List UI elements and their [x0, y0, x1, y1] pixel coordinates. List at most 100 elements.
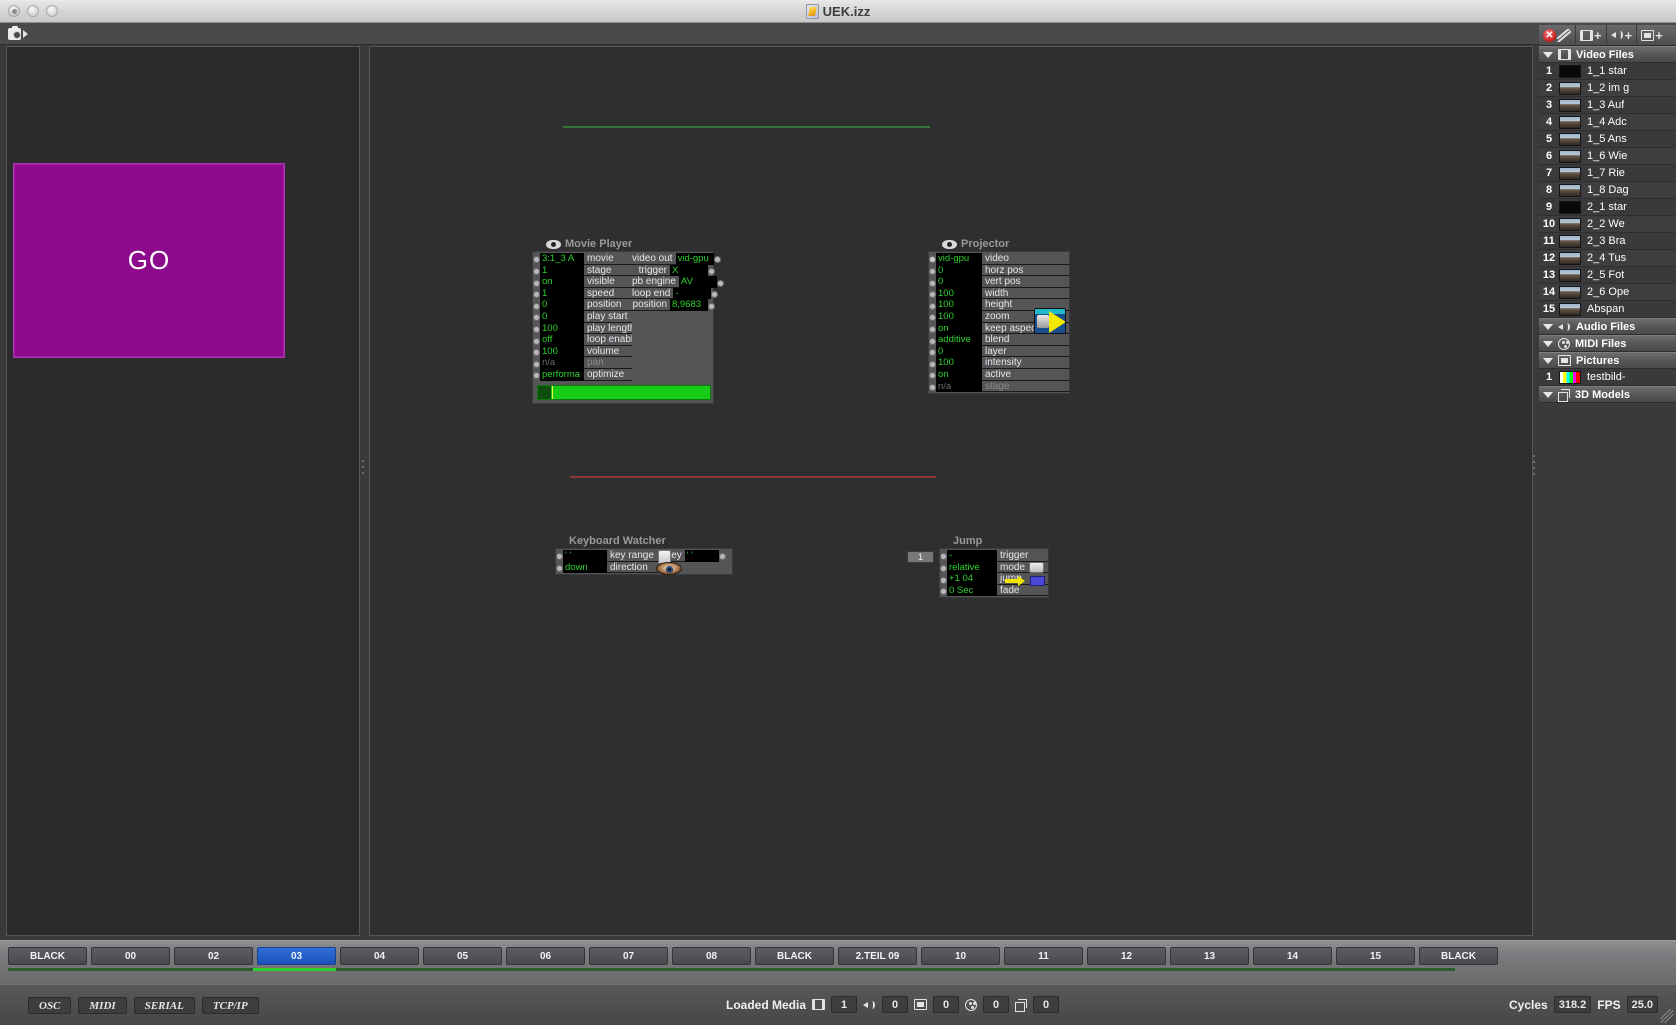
cue-button[interactable]: 10 [921, 947, 1000, 965]
list-item[interactable]: 6 1_6 Wie [1539, 148, 1676, 165]
port-dot[interactable] [556, 562, 563, 574]
port-dot[interactable] [929, 265, 936, 277]
param-value[interactable]: down [563, 561, 607, 574]
eye-icon[interactable] [546, 239, 561, 249]
param-value[interactable]: 100 [936, 287, 982, 300]
cue-button[interactable]: BLACK [755, 947, 834, 965]
list-item[interactable]: 2 1_2 im g [1539, 80, 1676, 97]
list-item[interactable]: 8 1_8 Dag [1539, 182, 1676, 199]
port-dot[interactable] [533, 323, 540, 335]
list-item[interactable]: 4 1_4 Adc [1539, 114, 1676, 131]
port-dot[interactable] [708, 265, 715, 277]
list-item[interactable]: 9 2_1 star [1539, 199, 1676, 216]
param-value[interactable]: relative [947, 561, 997, 574]
chevron-down-icon[interactable] [1543, 391, 1553, 398]
port-dot[interactable] [533, 299, 540, 311]
cue-button[interactable]: 04 [340, 947, 419, 965]
cue-button[interactable]: BLACK [8, 947, 87, 965]
media-bin-panel[interactable]: ✕ + + + Video Files 1 1_1 star 2 1_2 im g … [1539, 24, 1676, 936]
output-value[interactable]: - [673, 287, 712, 300]
param-value[interactable]: 0 [936, 276, 982, 288]
media-bin-list[interactable]: Video Files 1 1_1 star 2 1_2 im g 3 1_3 Auf… [1539, 46, 1676, 936]
param-value[interactable]: 3:1_3 A [540, 253, 584, 265]
node-keyboard-watcher[interactable]: Keyboard Watcher ' ' key range down direct… [555, 534, 733, 576]
port-dot[interactable] [533, 265, 540, 277]
param-value[interactable]: 1 [540, 264, 584, 277]
cue-button[interactable]: 15 [1336, 947, 1415, 965]
list-item[interactable]: 11 2_3 Bra [1539, 233, 1676, 250]
port-dot[interactable] [929, 323, 936, 335]
delete-media-button[interactable]: ✕ [1539, 24, 1576, 46]
node-movie-player[interactable]: Movie Player 3:1_3 Amovie 1 stage on visib… [532, 237, 724, 404]
port-dot[interactable] [929, 311, 936, 323]
bin-section-video-files[interactable]: Video Files [1539, 46, 1676, 63]
cue-progress-track[interactable] [8, 968, 1455, 971]
port-dot[interactable] [533, 253, 540, 265]
eye-watcher-icon[interactable] [656, 562, 682, 575]
param-value[interactable]: on [936, 368, 982, 381]
cue-button-selected[interactable]: 03 [257, 947, 336, 965]
port-dot[interactable] [929, 276, 936, 288]
scene-editor-canvas[interactable]: Movie Player 3:1_3 Amovie 1 stage on visib… [369, 46, 1533, 936]
port-dot[interactable] [929, 369, 936, 381]
bin-section-midi-files[interactable]: MIDI Files [1539, 335, 1676, 352]
output-value[interactable]: ' ' [684, 550, 719, 562]
param-value[interactable]: additive [936, 334, 982, 346]
param-value[interactable]: 0 Sec [947, 584, 997, 597]
projector-icon[interactable] [1034, 308, 1066, 334]
list-item[interactable]: 13 2_5 Fot [1539, 267, 1676, 284]
chevron-down-icon[interactable] [1543, 340, 1553, 347]
cue-button[interactable]: 14 [1253, 947, 1332, 965]
port-dot[interactable] [929, 334, 936, 346]
output-value[interactable]: 8,9683 [670, 299, 708, 311]
chevron-down-icon[interactable] [1543, 323, 1553, 330]
port-dot[interactable] [713, 253, 721, 265]
jump-target-swatch[interactable] [1030, 576, 1045, 586]
param-value[interactable]: 0 [540, 310, 584, 323]
list-item[interactable]: 7 1_7 Rie [1539, 165, 1676, 182]
param-value[interactable]: 0 [936, 264, 982, 277]
node-jump[interactable]: Jump 1 -trigger relativemode +1 04jump 0… [907, 534, 1049, 599]
list-item[interactable]: 1 testbild- [1539, 369, 1676, 386]
param-value[interactable]: +1 04 [947, 573, 997, 585]
port-dot[interactable] [533, 369, 540, 381]
movie-progress-bar[interactable] [537, 384, 711, 400]
list-item[interactable]: 3 1_3 Auf [1539, 97, 1676, 114]
port-dot[interactable] [533, 357, 540, 369]
add-video-button[interactable]: + [1576, 24, 1607, 46]
cue-button[interactable]: 11 [1004, 947, 1083, 965]
port-dot[interactable] [711, 288, 719, 300]
cue-button[interactable]: 2.TEIL 09 [838, 947, 917, 965]
cue-button[interactable]: 02 [174, 947, 253, 965]
stage-preview-panel[interactable]: GO [6, 46, 360, 936]
list-item[interactable]: 5 1_5 Ans [1539, 131, 1676, 148]
port-dot[interactable] [716, 276, 724, 288]
jump-input-chip[interactable]: 1 [907, 551, 934, 563]
port-dot[interactable] [929, 346, 936, 358]
cue-button[interactable]: 13 [1170, 947, 1249, 965]
list-item[interactable]: 12 2_4 Tus [1539, 250, 1676, 267]
playhead-needle[interactable] [552, 385, 553, 399]
cue-button[interactable]: BLACK [1419, 947, 1498, 965]
param-value[interactable]: 0 [540, 299, 584, 311]
bin-section-pictures[interactable]: Pictures [1539, 352, 1676, 369]
port-dot[interactable] [556, 550, 563, 562]
port-dot[interactable] [929, 288, 936, 300]
port-dot[interactable] [533, 288, 540, 300]
param-value[interactable]: 100 [540, 345, 584, 358]
param-value[interactable]: - [947, 550, 997, 562]
param-value[interactable]: vid-gpu [936, 253, 982, 265]
bin-section-3d-models[interactable]: 3D Models [1539, 386, 1676, 403]
stage-preview[interactable]: GO [13, 163, 285, 358]
cue-button[interactable]: 06 [506, 947, 585, 965]
port-dot[interactable] [929, 381, 936, 393]
port-dot[interactable] [533, 311, 540, 323]
output-value[interactable]: X [670, 264, 708, 277]
port-dot[interactable] [718, 550, 726, 562]
cue-button[interactable]: 08 [672, 947, 751, 965]
protocol-serial[interactable]: SERIAL [133, 997, 195, 1014]
chevron-down-icon[interactable] [1543, 51, 1553, 58]
output-value[interactable]: vid-gpu [675, 253, 714, 265]
port-dot[interactable] [533, 334, 540, 346]
port-dot[interactable] [929, 253, 936, 265]
